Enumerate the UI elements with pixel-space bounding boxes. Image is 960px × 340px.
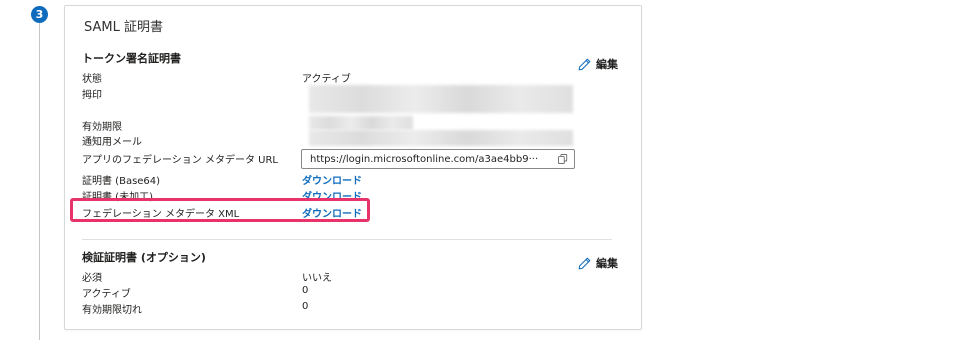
required-value: いいえ <box>302 273 332 284</box>
pencil-icon <box>578 257 591 269</box>
expired-value: 0 <box>302 301 309 312</box>
edit-label: 編集 <box>596 257 618 270</box>
expiration-label: 有効期限 <box>82 122 122 133</box>
expired-label: 有効期限切れ <box>82 305 142 316</box>
copy-icon[interactable] <box>558 154 568 164</box>
verification-cert-edit-button[interactable]: 編集 <box>578 255 618 271</box>
thumbprint-label: 拇印 <box>82 90 102 101</box>
notification-email-label: 通知用メール <box>82 137 142 148</box>
cert-base64-label: 証明書 (Base64) <box>82 176 161 187</box>
active-label: アクティブ <box>82 289 131 300</box>
thumbprint-redacted <box>309 85 573 113</box>
verification-cert-title: 検証証明書 (オプション) <box>82 251 206 264</box>
cert-base64-download-link[interactable]: ダウンロード <box>302 172 362 187</box>
token-signing-cert-title: トークン署名証明書 <box>82 52 181 65</box>
pencil-icon <box>578 58 591 70</box>
active-value: 0 <box>302 285 309 296</box>
app-metadata-url-value: https://login.microsoftonline.com/a3ae4b… <box>310 153 539 165</box>
notification-email-redacted <box>309 130 573 146</box>
step-connector-line <box>39 22 40 340</box>
required-label: 必須 <box>82 273 102 284</box>
federation-metadata-highlight-box <box>70 198 370 222</box>
step-number-badge: 3 <box>31 6 48 23</box>
app-metadata-url-label: アプリのフェデレーション メタデータ URL <box>82 155 278 166</box>
card-title: SAML 証明書 <box>84 20 163 35</box>
app-metadata-url-field[interactable]: https://login.microsoftonline.com/a3ae4b… <box>301 149 575 169</box>
edit-label: 編集 <box>596 58 618 71</box>
saml-certificate-card: SAML 証明書 トークン署名証明書 編集 状態 アクティブ 拇印 有効期限 通… <box>64 5 642 330</box>
token-cert-edit-button[interactable]: 編集 <box>578 56 618 72</box>
expiration-redacted <box>309 116 413 130</box>
section-divider <box>82 239 612 240</box>
status-value: アクティブ <box>302 74 351 85</box>
status-label: 状態 <box>82 74 102 85</box>
